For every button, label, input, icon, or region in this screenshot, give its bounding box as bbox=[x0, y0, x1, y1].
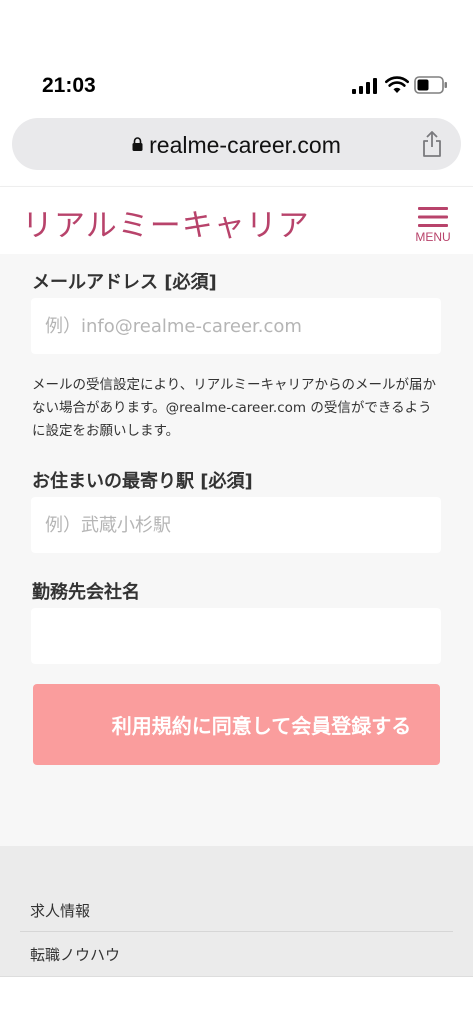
hamburger-icon bbox=[418, 207, 448, 227]
footer-divider bbox=[20, 931, 453, 932]
battery-icon bbox=[414, 76, 448, 98]
company-field[interactable] bbox=[31, 608, 441, 664]
station-field[interactable] bbox=[31, 497, 441, 553]
bottom-area bbox=[0, 976, 473, 1024]
status-time: 21:03 bbox=[42, 74, 96, 97]
company-label: 勤務先会社名 bbox=[32, 582, 140, 603]
menu-button[interactable]: MENU bbox=[413, 207, 453, 249]
address-bar[interactable]: realme-career.com bbox=[12, 118, 461, 170]
site-header: リアルミーキャリア MENU bbox=[0, 186, 473, 254]
registration-form: メールアドレス [必須] メールの受信設定により、リアルミーキャリアからのメール… bbox=[0, 254, 473, 846]
email-field[interactable] bbox=[31, 298, 441, 354]
menu-label: MENU bbox=[415, 230, 451, 244]
footer: 求人情報 転職ノウハウ bbox=[0, 846, 473, 976]
footer-link-jobs[interactable]: 求人情報 bbox=[30, 900, 90, 921]
wifi-icon bbox=[385, 76, 409, 98]
station-label: お住まいの最寄り駅 [必須] bbox=[32, 471, 253, 492]
status-bar: 21:03 bbox=[0, 0, 473, 112]
brand-logo[interactable]: リアルミーキャリア bbox=[22, 200, 310, 245]
email-label: メールアドレス [必須] bbox=[32, 272, 217, 293]
footer-link-career-tips[interactable]: 転職ノウハウ bbox=[30, 944, 120, 965]
email-note: メールの受信設定により、リアルミーキャリアからのメールが届かない場合があります。… bbox=[32, 377, 437, 439]
url-text: realme-career.com bbox=[149, 132, 341, 158]
lock-icon bbox=[132, 130, 143, 157]
register-button[interactable]: 利用規約に同意して会員登録する bbox=[33, 684, 440, 765]
url-display[interactable]: realme-career.com bbox=[12, 130, 461, 159]
share-icon[interactable] bbox=[421, 130, 443, 162]
cellular-signal-icon bbox=[352, 78, 378, 98]
